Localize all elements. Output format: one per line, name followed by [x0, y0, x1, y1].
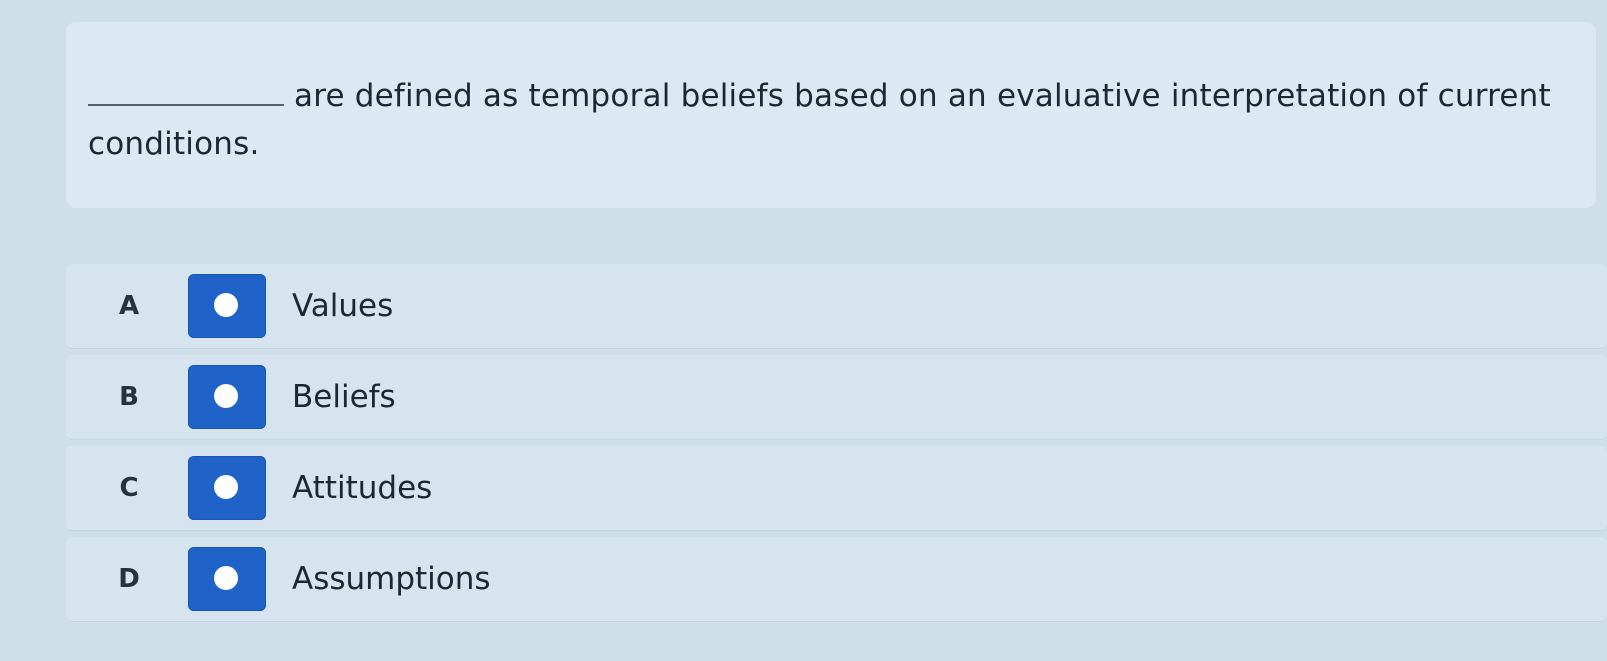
- option-b[interactable]: B Beliefs: [66, 355, 1607, 440]
- radio-dot: [214, 475, 238, 499]
- option-label[interactable]: Values: [292, 264, 393, 348]
- option-label[interactable]: Assumptions: [292, 537, 491, 621]
- radio-button-icon[interactable]: [188, 456, 266, 520]
- option-letter: D: [118, 564, 140, 594]
- option-d[interactable]: D Assumptions: [66, 537, 1607, 622]
- option-letter: B: [119, 382, 139, 412]
- option-c[interactable]: C Attitudes: [66, 446, 1607, 531]
- option-label[interactable]: Attitudes: [292, 446, 432, 530]
- radio-button-icon[interactable]: [188, 365, 266, 429]
- option-label[interactable]: Beliefs: [292, 355, 396, 439]
- radio-button-icon[interactable]: [188, 547, 266, 611]
- radio-dot: [214, 384, 238, 408]
- options-list: A Values B Beliefs C Attitudes D Assumpt…: [66, 264, 1607, 628]
- option-letter: C: [119, 473, 139, 503]
- radio-dot: [214, 293, 238, 317]
- option-letter: A: [118, 291, 140, 321]
- radio-dot: [214, 566, 238, 590]
- question-text-container: are defined as temporal beliefs based on…: [88, 72, 1568, 168]
- answer-blank: [88, 74, 284, 106]
- radio-button-icon[interactable]: [188, 274, 266, 338]
- option-a[interactable]: A Values: [66, 264, 1607, 349]
- question-text: are defined as temporal beliefs based on…: [88, 78, 1551, 162]
- question-card: are defined as temporal beliefs based on…: [66, 22, 1596, 208]
